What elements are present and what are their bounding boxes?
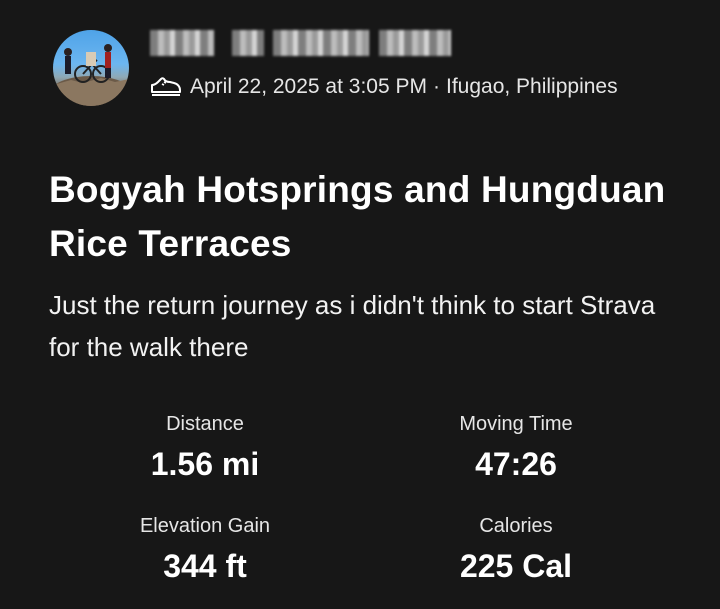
redacted-name-part xyxy=(273,30,369,56)
stat-label: Moving Time xyxy=(459,413,573,435)
redacted-name-part xyxy=(379,30,451,56)
meta-separator: · xyxy=(432,75,440,98)
shoe-icon xyxy=(150,76,182,98)
stat-value: 225 Cal xyxy=(459,548,573,584)
avatar-photo xyxy=(53,44,129,106)
stat-value: 344 ft xyxy=(163,548,247,584)
stat-label: Distance xyxy=(166,413,244,435)
activity-header: April 22, 2025 at 3:05 PM · Ifugao, Phil… xyxy=(53,30,693,106)
stat-label: Elevation Gain xyxy=(139,515,271,537)
activity-location: Ifugao, Philippines xyxy=(445,75,618,98)
activity-date: April 22, 2025 at 3:05 PM xyxy=(190,75,427,98)
stat-value: 1.56 mi xyxy=(150,446,260,482)
activity-title[interactable]: Bogyah Hotsprings and Hungduan Rice Terr… xyxy=(49,163,689,271)
stat-elevation-gain: Elevation Gain 344 ft xyxy=(85,514,325,584)
activity-description: Just the return journey as i didn't thin… xyxy=(49,290,656,362)
redacted-name-part xyxy=(150,30,214,56)
stat-label: Calories xyxy=(479,515,553,537)
stat-distance: Distance 1.56 mi xyxy=(85,412,325,482)
stat-value: 47:26 xyxy=(475,446,557,482)
avatar[interactable] xyxy=(53,30,129,106)
activity-meta: April 22, 2025 at 3:05 PM · Ifugao, Phil… xyxy=(150,74,618,100)
redacted-name-part xyxy=(232,30,264,56)
stat-calories: Calories 225 Cal xyxy=(396,514,636,584)
stat-moving-time: Moving Time 47:26 xyxy=(396,412,636,482)
